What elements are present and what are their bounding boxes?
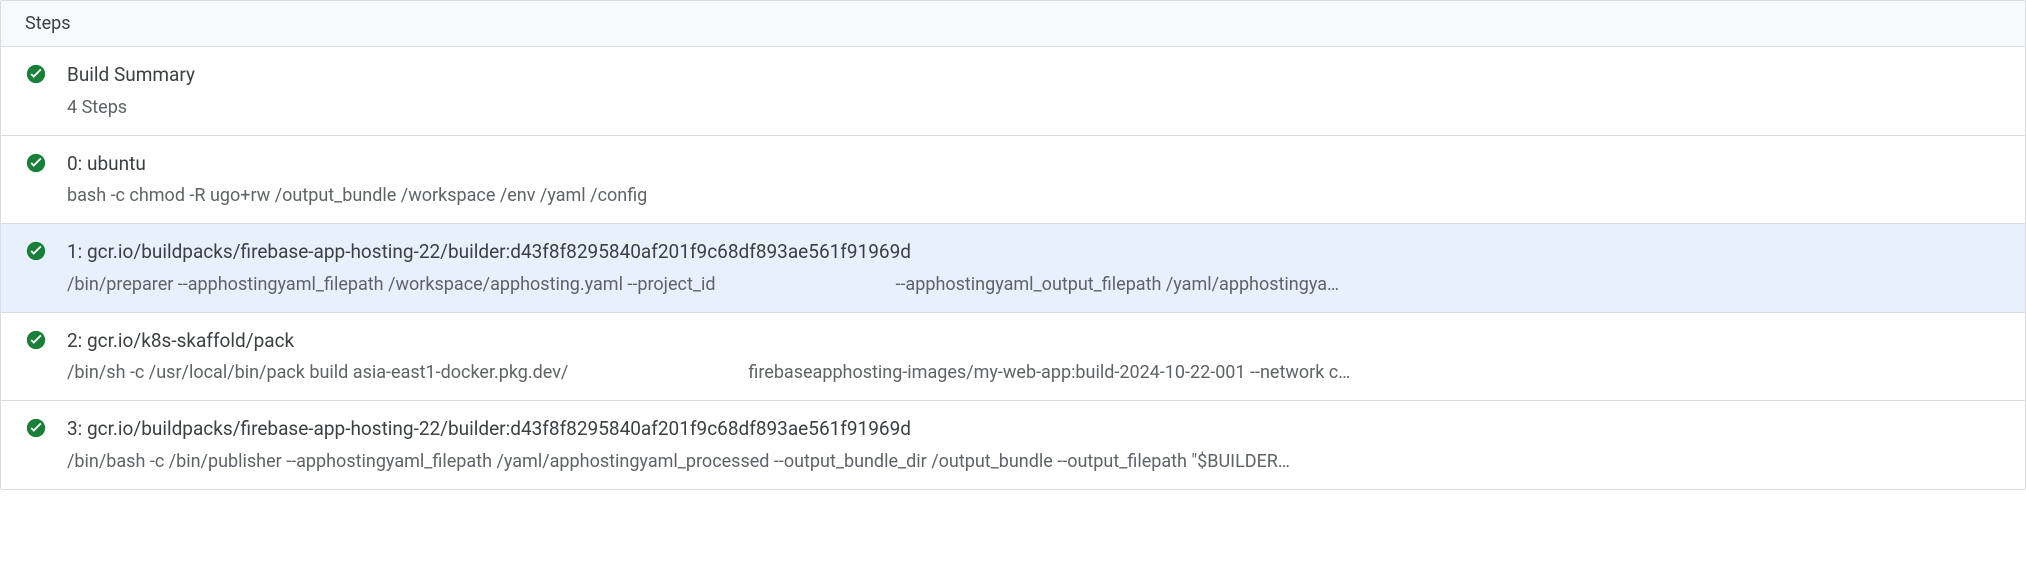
step-command-left: /bin/preparer --apphostingyaml_filepath … <box>67 271 715 298</box>
step-content: 0: ubuntu bash -c chmod -R ugo+rw /outpu… <box>67 150 2001 210</box>
step-title: 1: gcr.io/buildpacks/firebase-app-hostin… <box>67 238 2001 267</box>
step-title: 3: gcr.io/buildpacks/firebase-app-hostin… <box>67 415 2001 444</box>
check-icon <box>25 417 47 439</box>
steps-panel: Steps Build Summary 4 Steps 0: ubuntu ba… <box>0 0 2026 490</box>
step-row-3[interactable]: 3: gcr.io/buildpacks/firebase-app-hostin… <box>1 401 2025 489</box>
build-summary-row[interactable]: Build Summary 4 Steps <box>1 47 2025 136</box>
check-icon <box>25 63 47 85</box>
check-icon <box>25 152 47 174</box>
header-title: Steps <box>25 13 71 34</box>
step-content: 2: gcr.io/k8s-skaffold/pack /bin/sh -c /… <box>67 327 2001 387</box>
step-command: bash -c chmod -R ugo+rw /output_bundle /… <box>67 182 2001 209</box>
steps-header: Steps <box>1 1 2025 47</box>
step-command-right: --apphostingyaml_output_filepath /yaml/a… <box>895 271 2001 298</box>
step-content: Build Summary 4 Steps <box>67 61 2001 121</box>
step-command-left: /bin/sh -c /usr/local/bin/pack build asi… <box>67 359 568 386</box>
step-title: 0: ubuntu <box>67 150 2001 179</box>
step-row-1[interactable]: 1: gcr.io/buildpacks/firebase-app-hostin… <box>1 224 2025 313</box>
summary-title: Build Summary <box>67 61 2001 90</box>
step-command: /bin/sh -c /usr/local/bin/pack build asi… <box>67 359 2001 386</box>
step-row-2[interactable]: 2: gcr.io/k8s-skaffold/pack /bin/sh -c /… <box>1 313 2025 402</box>
check-icon <box>25 240 47 262</box>
step-command-right: firebaseapphosting-images/my-web-app:bui… <box>748 359 2001 386</box>
step-row-0[interactable]: 0: ubuntu bash -c chmod -R ugo+rw /outpu… <box>1 136 2025 225</box>
step-command: /bin/preparer --apphostingyaml_filepath … <box>67 271 2001 298</box>
step-content: 3: gcr.io/buildpacks/firebase-app-hostin… <box>67 415 2001 475</box>
check-icon <box>25 329 47 351</box>
step-content: 1: gcr.io/buildpacks/firebase-app-hostin… <box>67 238 2001 298</box>
step-command: /bin/bash -c /bin/publisher --apphosting… <box>67 448 2001 475</box>
summary-subtitle: 4 Steps <box>67 94 2001 121</box>
step-title: 2: gcr.io/k8s-skaffold/pack <box>67 327 2001 356</box>
